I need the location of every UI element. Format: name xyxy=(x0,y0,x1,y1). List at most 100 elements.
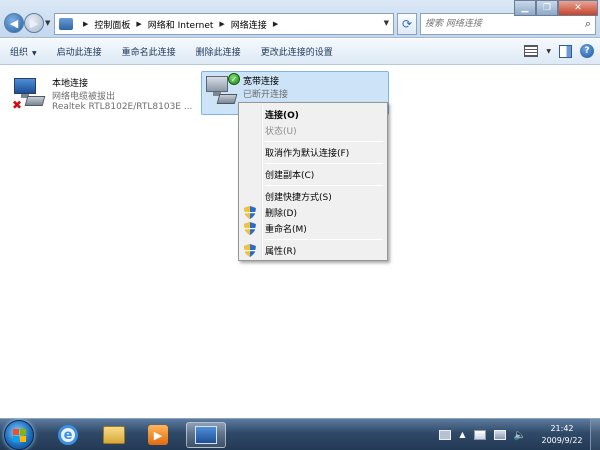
restore-icon: ❐ xyxy=(542,3,552,13)
connection-status: 已断开连接 xyxy=(243,90,289,100)
window-controls: ▁ ❐ ✕ xyxy=(514,0,598,16)
taskbar-media-player[interactable]: ▶ xyxy=(138,422,178,448)
show-desktop-button[interactable] xyxy=(590,419,600,450)
internet-explorer-icon: e xyxy=(58,425,78,445)
breadcrumb-network-connections[interactable]: 网络连接 xyxy=(231,18,267,31)
delete-connection-button[interactable]: 删除此连接 xyxy=(186,45,251,58)
network-status-icon[interactable] xyxy=(493,430,506,440)
menu-item-connect[interactable]: 连接(O) xyxy=(241,106,385,122)
menu-item-label: 连接(O) xyxy=(265,110,299,121)
clock[interactable]: 21:42 2009/9/22 xyxy=(534,423,590,447)
address-bar[interactable]: ▶ 控制面板 ▶ 网络和 Internet ▶ 网络连接 ▶ ▼ xyxy=(54,13,394,35)
menu-item-delete[interactable]: 删除(D) xyxy=(241,204,385,220)
menu-separator xyxy=(265,163,383,164)
menu-item-create-shortcut[interactable]: 创建快捷方式(S) xyxy=(241,188,385,204)
view-options-dropdown-icon[interactable]: ▼ xyxy=(546,48,551,55)
search-input[interactable] xyxy=(425,14,575,34)
menu-separator xyxy=(265,185,383,186)
uac-shield-icon xyxy=(244,244,256,257)
menu-item-label: 属性(R) xyxy=(265,246,297,257)
forward-arrow-icon: ▶ xyxy=(29,16,39,30)
command-bar-right-tools: ▼ ? xyxy=(524,44,594,58)
network-card-shape xyxy=(24,96,46,106)
breadcrumb-chevron-icon[interactable]: ▶ xyxy=(136,20,141,28)
change-settings-button[interactable]: 更改此连接的设置 xyxy=(251,45,343,58)
start-button[interactable] xyxy=(4,420,34,450)
close-icon: ✕ xyxy=(574,3,582,13)
minimize-button[interactable]: ▁ xyxy=(514,0,536,16)
network-adapter-icon: ✖ xyxy=(12,76,46,112)
connection-item-local[interactable]: ✖ 本地连接 网络电缆被拔出 Realtek RTL8102E/RTL8103E… xyxy=(10,74,200,116)
taskbar-network-connections[interactable] xyxy=(186,422,226,448)
breadcrumb-network-internet[interactable]: 网络和 Internet xyxy=(148,18,214,31)
refresh-button[interactable]: ⟳ xyxy=(397,13,417,35)
command-bar: 组织 ▼ 启动此连接 重命名此连接 删除此连接 更改此连接的设置 ▼ ? xyxy=(0,39,600,65)
address-dropdown-icon[interactable]: ▼ xyxy=(384,19,389,27)
taskbar-internet-explorer[interactable]: e xyxy=(48,422,88,448)
recent-pages-dropdown-icon[interactable]: ▼ xyxy=(45,19,50,27)
breadcrumb-chevron-icon[interactable]: ▶ xyxy=(219,20,224,28)
menu-item-status[interactable]: 状态(U) xyxy=(241,122,385,138)
clock-date: 2009/9/22 xyxy=(541,436,583,445)
taskbar-windows-explorer[interactable] xyxy=(94,422,134,448)
menu-item-label: 创建快捷方式(S) xyxy=(265,192,332,203)
forward-button[interactable]: ▶ xyxy=(24,13,44,33)
disconnected-x-icon: ✖ xyxy=(12,98,23,112)
rename-connection-button[interactable]: 重命名此连接 xyxy=(112,45,186,58)
volume-icon[interactable]: 🔈 xyxy=(514,430,526,441)
window-titlebar: ◀ ▶ ▼ ▶ 控制面板 ▶ 网络和 Internet ▶ 网络连接 ▶ ▼ ⟳… xyxy=(0,0,600,38)
taskbar: e ▶ ▲ 🔈 21:42 2009/9/22 xyxy=(0,418,600,450)
network-connections-icon xyxy=(195,426,217,444)
action-center-flag-icon[interactable] xyxy=(473,430,486,440)
organize-label: 组织 xyxy=(10,48,29,58)
breadcrumb-control-panel[interactable]: 控制面板 xyxy=(94,18,130,31)
context-menu: 连接(O) 状态(U) 取消作为默认连接(F) 创建副本(C) 创建快捷方式(S… xyxy=(238,102,388,261)
folder-icon xyxy=(103,426,125,444)
refresh-icon: ⟳ xyxy=(401,17,413,31)
help-icon[interactable]: ? xyxy=(580,44,594,58)
windows-logo-icon xyxy=(13,429,26,442)
preview-pane-icon[interactable] xyxy=(559,44,572,58)
maximize-button[interactable]: ❐ xyxy=(536,0,558,16)
menu-item-label: 重命名(M) xyxy=(265,224,307,235)
connection-name: 宽带连接 xyxy=(243,77,280,87)
back-button[interactable]: ◀ xyxy=(4,13,24,33)
change-view-icon[interactable] xyxy=(524,45,539,57)
menu-separator xyxy=(265,141,383,142)
menu-item-label: 取消作为默认连接(F) xyxy=(265,148,350,159)
connection-device: Realtek RTL8102E/RTL8103E ... xyxy=(52,102,193,112)
menu-item-label: 删除(D) xyxy=(265,208,297,219)
breadcrumb-chevron-icon[interactable]: ▶ xyxy=(83,20,88,28)
menu-item-properties[interactable]: 属性(R) xyxy=(241,242,385,258)
breadcrumb-chevron-icon[interactable]: ▶ xyxy=(273,20,278,28)
default-connection-check-icon: ✓ xyxy=(228,73,240,85)
minimize-icon: ▁ xyxy=(521,3,529,13)
menu-item-label: 状态(U) xyxy=(265,126,297,137)
organize-menu-button[interactable]: 组织 ▼ xyxy=(0,45,47,58)
close-button[interactable]: ✕ xyxy=(558,0,598,16)
back-arrow-icon: ◀ xyxy=(9,16,19,30)
connection-name: 本地连接 xyxy=(52,79,89,89)
menu-item-rename[interactable]: 重命名(M) xyxy=(241,220,385,236)
menu-item-label: 创建副本(C) xyxy=(265,170,315,181)
media-player-icon: ▶ xyxy=(148,425,168,445)
connection-status: 网络电缆被拔出 xyxy=(52,92,116,102)
broadband-modem-icon: ✓ xyxy=(204,73,240,108)
uac-shield-icon xyxy=(244,222,256,235)
breadcrumb: ▶ 控制面板 ▶ 网络和 Internet ▶ 网络连接 ▶ xyxy=(77,18,284,31)
search-box[interactable]: ⌕ xyxy=(420,13,596,35)
menu-item-cancel-default[interactable]: 取消作为默认连接(F) xyxy=(241,144,385,160)
monitor-shape xyxy=(14,78,36,94)
menu-item-create-copy[interactable]: 创建副本(C) xyxy=(241,166,385,182)
keyboard-icon[interactable] xyxy=(439,430,452,440)
show-hidden-icons-icon[interactable]: ▲ xyxy=(459,430,465,440)
search-icon[interactable]: ⌕ xyxy=(585,17,591,31)
enable-connection-button[interactable]: 启动此连接 xyxy=(47,45,112,58)
monitor-shape xyxy=(206,76,228,92)
menu-separator xyxy=(265,239,383,240)
uac-shield-icon xyxy=(244,206,256,219)
control-panel-folder-icon xyxy=(59,18,73,30)
clock-time: 21:42 xyxy=(550,424,574,433)
system-tray: ▲ 🔈 21:42 2009/9/22 xyxy=(435,419,600,450)
chevron-down-icon: ▼ xyxy=(32,50,37,57)
